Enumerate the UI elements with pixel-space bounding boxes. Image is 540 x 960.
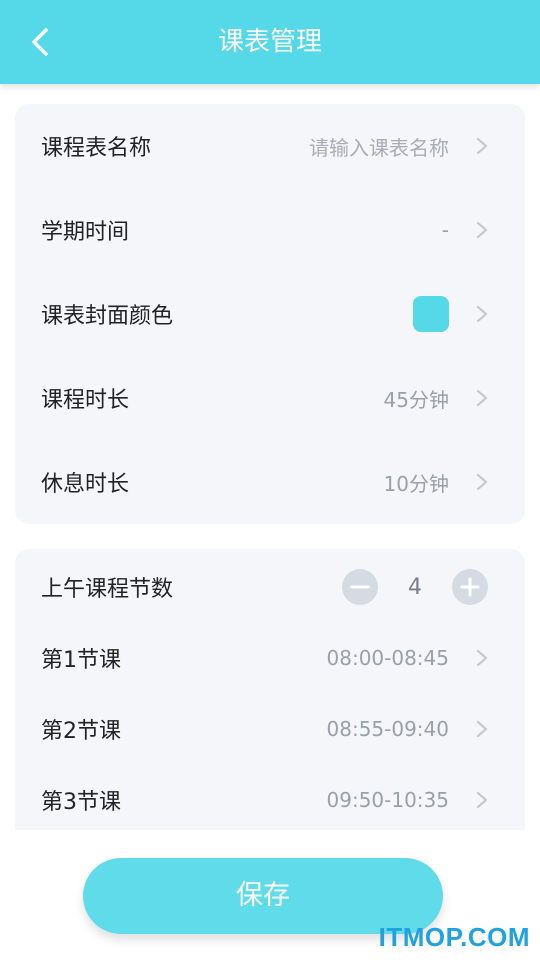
- lesson-duration-row[interactable]: 课程时长 45分钟: [15, 356, 525, 440]
- cover-color-label: 课表封面颜色: [41, 304, 174, 329]
- timetable-name-label: 课程表名称: [41, 136, 152, 161]
- lesson-label: 第3节课: [41, 790, 121, 815]
- chevron-right-icon: [476, 720, 488, 738]
- increment-button[interactable]: [452, 569, 488, 605]
- cover-color-row[interactable]: 课表封面颜色: [15, 272, 525, 356]
- break-duration-value: 10分钟: [383, 471, 449, 496]
- break-duration-label: 休息时长: [41, 472, 130, 497]
- chevron-right-icon: [476, 305, 488, 323]
- plus-icon: [460, 577, 480, 597]
- lesson-row[interactable]: 第1节课 08:00-08:45: [15, 623, 525, 693]
- morning-lessons-card: 上午课程节数 4 第1节课 08:00-08:45 第2节课 08:55-09:…: [15, 549, 525, 839]
- chevron-right-icon: [476, 221, 488, 239]
- lesson-duration-value: 45分钟: [383, 387, 449, 412]
- chevron-right-icon: [476, 137, 488, 155]
- app-header: 课表管理: [0, 0, 540, 84]
- lesson-time: 08:00-08:45: [326, 646, 450, 670]
- page-title: 课表管理: [217, 27, 322, 57]
- term-value: -: [441, 218, 449, 242]
- chevron-right-icon: [476, 791, 488, 809]
- chevron-right-icon: [476, 649, 488, 667]
- chevron-right-icon: [476, 473, 488, 491]
- term-label: 学期时间: [41, 220, 130, 245]
- timetable-name-row[interactable]: 课程表名称 请输入课表名称: [15, 104, 525, 188]
- minus-icon: [350, 585, 370, 589]
- term-row[interactable]: 学期时间 -: [15, 188, 525, 272]
- morning-count-label: 上午课程节数: [41, 577, 174, 602]
- chevron-right-icon: [476, 389, 488, 407]
- lesson-label: 第2节课: [41, 719, 121, 744]
- morning-count-value: 4: [408, 574, 422, 600]
- cover-color-swatch[interactable]: [413, 296, 449, 332]
- basic-settings-card: 课程表名称 请输入课表名称 学期时间 - 课表封面颜色 课程时长 45分钟 休息…: [15, 104, 525, 524]
- morning-count-row: 上午课程节数 4: [15, 549, 525, 625]
- timetable-name-input[interactable]: 请输入课表名称: [309, 132, 449, 161]
- lesson-duration-label: 课程时长: [41, 388, 130, 413]
- lesson-label: 第1节课: [41, 648, 121, 673]
- decrement-button[interactable]: [342, 569, 378, 605]
- break-duration-row[interactable]: 休息时长 10分钟: [15, 440, 525, 524]
- lesson-time: 08:55-09:40: [326, 717, 450, 741]
- watermark: ITMOP.COM: [378, 922, 530, 952]
- lesson-row[interactable]: 第3节课 09:50-10:35: [15, 765, 525, 835]
- lesson-row[interactable]: 第2节课 08:55-09:40: [15, 694, 525, 764]
- lesson-time: 09:50-10:35: [326, 788, 450, 812]
